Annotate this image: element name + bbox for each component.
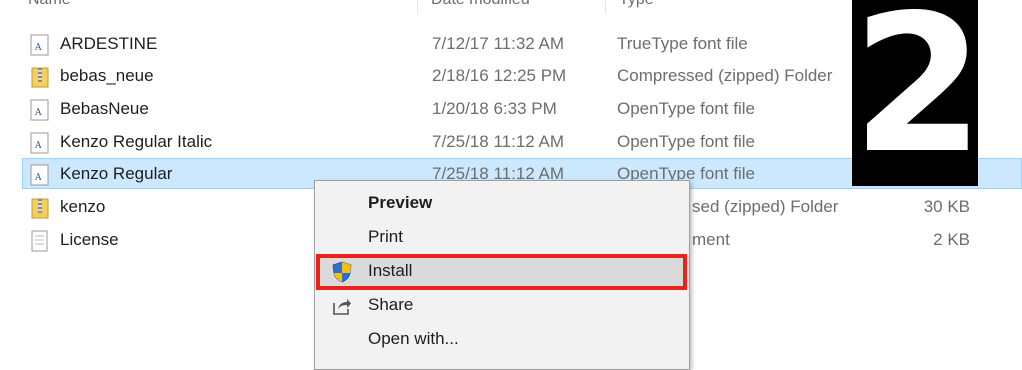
font-file-icon: A [30,99,50,121]
column-type[interactable]: Type [619,0,654,9]
file-name: BebasNeue [60,99,149,118]
share-icon [331,295,353,317]
svg-text:A: A [34,141,42,151]
text-document-icon [30,230,50,252]
file-type: Compressed (zipped) Folder [617,66,833,85]
svg-text:A: A [34,43,42,53]
menu-item-print[interactable]: Print [315,221,689,255]
column-name[interactable]: Name [28,0,71,9]
svg-text:A: A [34,173,42,183]
font-file-icon: A [30,34,50,56]
menu-item-open-with[interactable]: Open with... [315,323,689,357]
font-file-icon: A [30,132,50,154]
zip-folder-icon [30,197,50,219]
file-size: 2 KB [933,230,970,249]
file-date: 1/20/18 6:33 PM [432,99,557,118]
file-type: OpenType font file [617,132,755,151]
menu-item-label: Preview [368,193,433,212]
column-divider[interactable] [605,0,606,14]
file-type: OpenType font file [617,99,755,118]
column-date-modified[interactable]: Date modified [431,0,530,9]
file-name: bebas_neue [60,66,154,85]
menu-item-label: Share [368,295,414,314]
menu-item-preview[interactable]: Preview [315,187,689,221]
file-name: Kenzo Regular [60,164,173,183]
font-file-icon: A [30,164,50,186]
file-size: 30 KB [923,197,970,216]
svg-text:A: A [34,108,42,118]
file-date: 2/18/16 12:25 PM [432,66,567,85]
menu-item-label: Open with... [368,329,459,348]
menu-item-share[interactable]: Share [315,289,689,323]
file-type: ment [692,230,730,249]
file-type: TrueType font file [617,34,748,53]
file-name: Kenzo Regular Italic [60,132,213,151]
menu-item-label: Print [368,227,403,246]
zip-folder-icon [30,66,50,88]
install-highlight-box [316,254,687,290]
file-date: 7/25/18 11:12 AM [432,132,565,151]
file-name: kenzo [60,197,106,216]
file-name: License [60,230,119,249]
file-name: ARDESTINE [60,34,158,53]
file-type: sed (zipped) Folder [692,197,839,216]
step-number-badge: 2 [852,0,985,195]
file-date: 7/12/17 11:32 AM [432,34,565,53]
column-divider[interactable] [417,0,418,14]
